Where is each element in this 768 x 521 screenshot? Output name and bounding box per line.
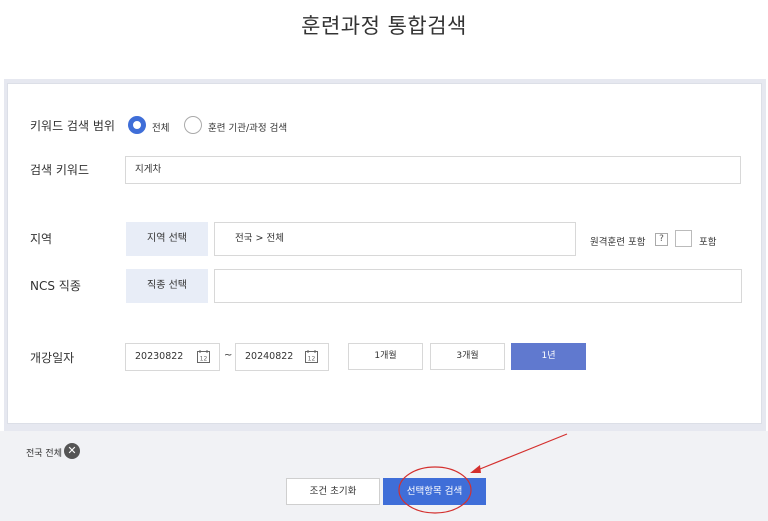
remote-training-label: 원격훈련 포함 bbox=[590, 237, 646, 248]
close-icon[interactable]: ✕ bbox=[64, 443, 80, 459]
include-remote-checkbox[interactable] bbox=[675, 230, 692, 247]
radio-all[interactable] bbox=[128, 116, 146, 134]
svg-text:12: 12 bbox=[308, 356, 316, 363]
keyword-scope-label: 키워드 검색 범위 bbox=[30, 119, 115, 133]
region-select-button[interactable]: 지역 선택 bbox=[126, 222, 208, 256]
date-range-separator: ~ bbox=[224, 350, 233, 361]
radio-institution-course-label: 훈련 기관/과정 검색 bbox=[208, 123, 288, 134]
ncs-label: NCS 직종 bbox=[30, 279, 81, 293]
help-icon[interactable]: ? bbox=[655, 233, 668, 246]
calendar-icon[interactable]: 12 bbox=[197, 350, 210, 363]
calendar-icon[interactable]: 12 bbox=[305, 350, 318, 363]
search-button[interactable]: 선택항목 검색 bbox=[383, 478, 486, 505]
keyword-input[interactable]: 지게차 bbox=[125, 156, 741, 184]
page-title: 훈련과정 통합검색 bbox=[301, 14, 467, 38]
selected-conditions-area bbox=[0, 431, 768, 521]
ncs-value-field[interactable] bbox=[214, 269, 742, 303]
period-3-month-button[interactable]: 3개월 bbox=[430, 343, 505, 370]
ncs-select-button[interactable]: 직종 선택 bbox=[126, 269, 208, 303]
keyword-label: 검색 키워드 bbox=[30, 163, 90, 177]
reset-button[interactable]: 조건 초기화 bbox=[286, 478, 380, 505]
period-1-year-button[interactable]: 1년 bbox=[511, 343, 586, 370]
selected-tag-label: 전국 전체 bbox=[26, 449, 62, 459]
svg-text:12: 12 bbox=[200, 356, 208, 363]
start-date-label: 개강일자 bbox=[30, 351, 75, 365]
radio-institution-course[interactable] bbox=[184, 116, 202, 134]
period-1-month-button[interactable]: 1개월 bbox=[348, 343, 423, 370]
include-remote-label: 포함 bbox=[699, 237, 717, 248]
radio-all-label: 전체 bbox=[152, 123, 170, 134]
region-value-field[interactable]: 전국 > 전체 bbox=[214, 222, 576, 256]
region-label: 지역 bbox=[30, 232, 53, 246]
